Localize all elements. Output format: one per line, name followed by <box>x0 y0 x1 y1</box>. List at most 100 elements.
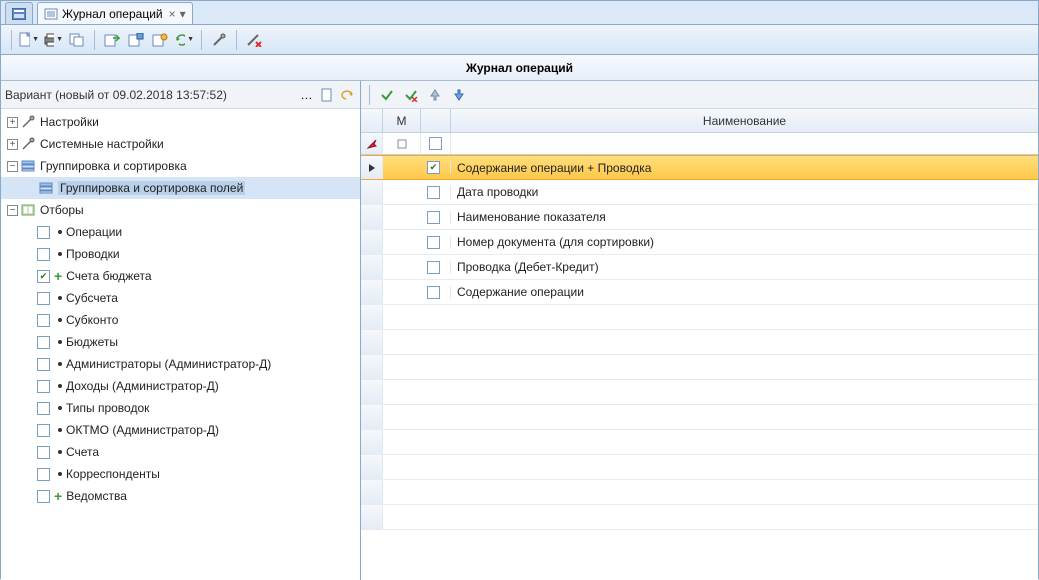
tree: + Настройки + Системные настройки − Груп… <box>1 109 360 580</box>
bullet-icon <box>58 296 62 300</box>
export-button[interactable] <box>101 29 123 51</box>
filter-name[interactable] <box>451 133 1038 154</box>
tree-item-budget-accounts[interactable]: +Счета бюджета <box>1 265 360 287</box>
check-button[interactable] <box>376 84 398 106</box>
move-down-button[interactable] <box>448 84 470 106</box>
tree-node-filters[interactable]: − Отборы <box>1 199 360 221</box>
table-row-empty <box>361 305 1038 330</box>
checkbox[interactable] <box>427 236 440 249</box>
tree-item-correspondents[interactable]: Корреспонденты <box>1 463 360 485</box>
grid-body: Содержание операции + Проводка Дата пров… <box>361 155 1038 580</box>
save-button[interactable] <box>125 29 147 51</box>
cell-name: Номер документа (для сортировки) <box>451 235 1038 249</box>
bullet-icon <box>58 406 62 410</box>
tree-item-operations[interactable]: Операции <box>1 221 360 243</box>
checkbox[interactable] <box>37 446 50 459</box>
table-row-empty <box>361 505 1038 530</box>
copy-button[interactable] <box>66 29 88 51</box>
tree-node-group-sort[interactable]: − Группировка и сортировка <box>1 155 360 177</box>
tree-label: Группировка и сортировка полей <box>58 181 245 195</box>
checkbox[interactable] <box>427 161 440 174</box>
uncheck-button[interactable] <box>400 84 422 106</box>
refresh-button[interactable]: ▼ <box>173 29 195 51</box>
table-row[interactable]: Номер документа (для сортировки) <box>361 230 1038 255</box>
tree-item-admins[interactable]: Администраторы (Администратор-Д) <box>1 353 360 375</box>
table-row-empty <box>361 455 1038 480</box>
table-row[interactable]: Содержание операции + Проводка <box>361 155 1038 180</box>
tools-delete-button[interactable] <box>243 29 265 51</box>
table-row[interactable]: Проводка (Дебет-Кредит) <box>361 255 1038 280</box>
tree-node-sys-settings[interactable]: + Системные настройки <box>1 133 360 155</box>
column-check[interactable] <box>421 109 451 132</box>
tree-item-subaccounts[interactable]: Субсчета <box>1 287 360 309</box>
tree-item-entry-types[interactable]: Типы проводок <box>1 397 360 419</box>
tree-node-settings[interactable]: + Настройки <box>1 111 360 133</box>
new-doc-button[interactable]: ▼ <box>18 29 40 51</box>
checkbox[interactable] <box>427 211 440 224</box>
journal-icon <box>44 7 58 21</box>
close-icon[interactable]: × <box>169 7 176 21</box>
column-name[interactable]: Наименование <box>451 109 1038 132</box>
cell-name: Содержание операции + Проводка <box>451 161 1038 175</box>
plus-icon: + <box>54 269 62 283</box>
bullet-icon <box>58 230 62 234</box>
table-row[interactable]: Содержание операции <box>361 280 1038 305</box>
move-up-button[interactable] <box>424 84 446 106</box>
table-row[interactable]: Дата проводки <box>361 180 1038 205</box>
expand-icon[interactable]: + <box>7 139 18 150</box>
tree-item-oktmo[interactable]: ОКТМО (Администратор-Д) <box>1 419 360 441</box>
bullet-icon <box>58 340 62 344</box>
table-row-empty <box>361 380 1038 405</box>
page-title-bar: Журнал операций <box>1 55 1038 81</box>
checkbox[interactable] <box>37 226 50 239</box>
checkbox[interactable] <box>37 336 50 349</box>
cell-name: Дата проводки <box>451 185 1038 199</box>
row-indicator-header <box>361 109 383 132</box>
filter-m[interactable] <box>383 133 421 154</box>
checkbox[interactable] <box>37 490 50 503</box>
filter-indicator[interactable] <box>361 133 383 154</box>
checkbox[interactable] <box>37 402 50 415</box>
tree-node-group-sort-fields[interactable]: Группировка и сортировка полей <box>1 177 360 199</box>
settings-button[interactable] <box>149 29 171 51</box>
tree-item-departments[interactable]: +Ведомства <box>1 485 360 507</box>
checkbox[interactable] <box>37 270 50 283</box>
bullet-icon <box>58 472 62 476</box>
tree-item-accounts[interactable]: Счета <box>1 441 360 463</box>
grid-toolbar <box>361 81 1038 109</box>
print-button[interactable]: ▼ <box>42 29 64 51</box>
checkbox[interactable] <box>37 248 50 261</box>
table-row[interactable]: Наименование показателя <box>361 205 1038 230</box>
table-row-empty <box>361 480 1038 505</box>
collapse-icon[interactable]: − <box>7 205 18 216</box>
checkbox[interactable] <box>37 468 50 481</box>
variant-more-button[interactable]: … <box>298 86 316 104</box>
tree-item-subkonto[interactable]: Субконто <box>1 309 360 331</box>
checkbox[interactable] <box>427 286 440 299</box>
tree-item-budgets[interactable]: Бюджеты <box>1 331 360 353</box>
collapse-icon[interactable]: − <box>7 161 18 172</box>
bullet-icon <box>58 450 62 454</box>
tab-journal[interactable]: Журнал операций × ▾ <box>37 2 193 24</box>
checkbox[interactable] <box>37 292 50 305</box>
tab-bar: Журнал операций × ▾ <box>1 1 1038 25</box>
checkbox[interactable] <box>37 314 50 327</box>
variant-new-button[interactable] <box>318 86 336 104</box>
column-m[interactable]: М <box>383 109 421 132</box>
bullet-icon <box>58 252 62 256</box>
filter-icon <box>397 139 407 149</box>
expand-icon[interactable]: + <box>7 117 18 128</box>
checkbox[interactable] <box>427 261 440 274</box>
tree-item-income[interactable]: Доходы (Администратор-Д) <box>1 375 360 397</box>
checkbox[interactable] <box>427 186 440 199</box>
tree-item-entries[interactable]: Проводки <box>1 243 360 265</box>
undo-button[interactable] <box>338 86 356 104</box>
checkbox[interactable] <box>37 358 50 371</box>
checkbox[interactable] <box>37 380 50 393</box>
filter-chk[interactable] <box>421 133 451 154</box>
app-tab[interactable] <box>5 2 33 24</box>
tools-button[interactable] <box>208 29 230 51</box>
checkbox[interactable] <box>429 137 442 150</box>
pin-icon[interactable]: ▾ <box>180 7 186 21</box>
checkbox[interactable] <box>37 424 50 437</box>
